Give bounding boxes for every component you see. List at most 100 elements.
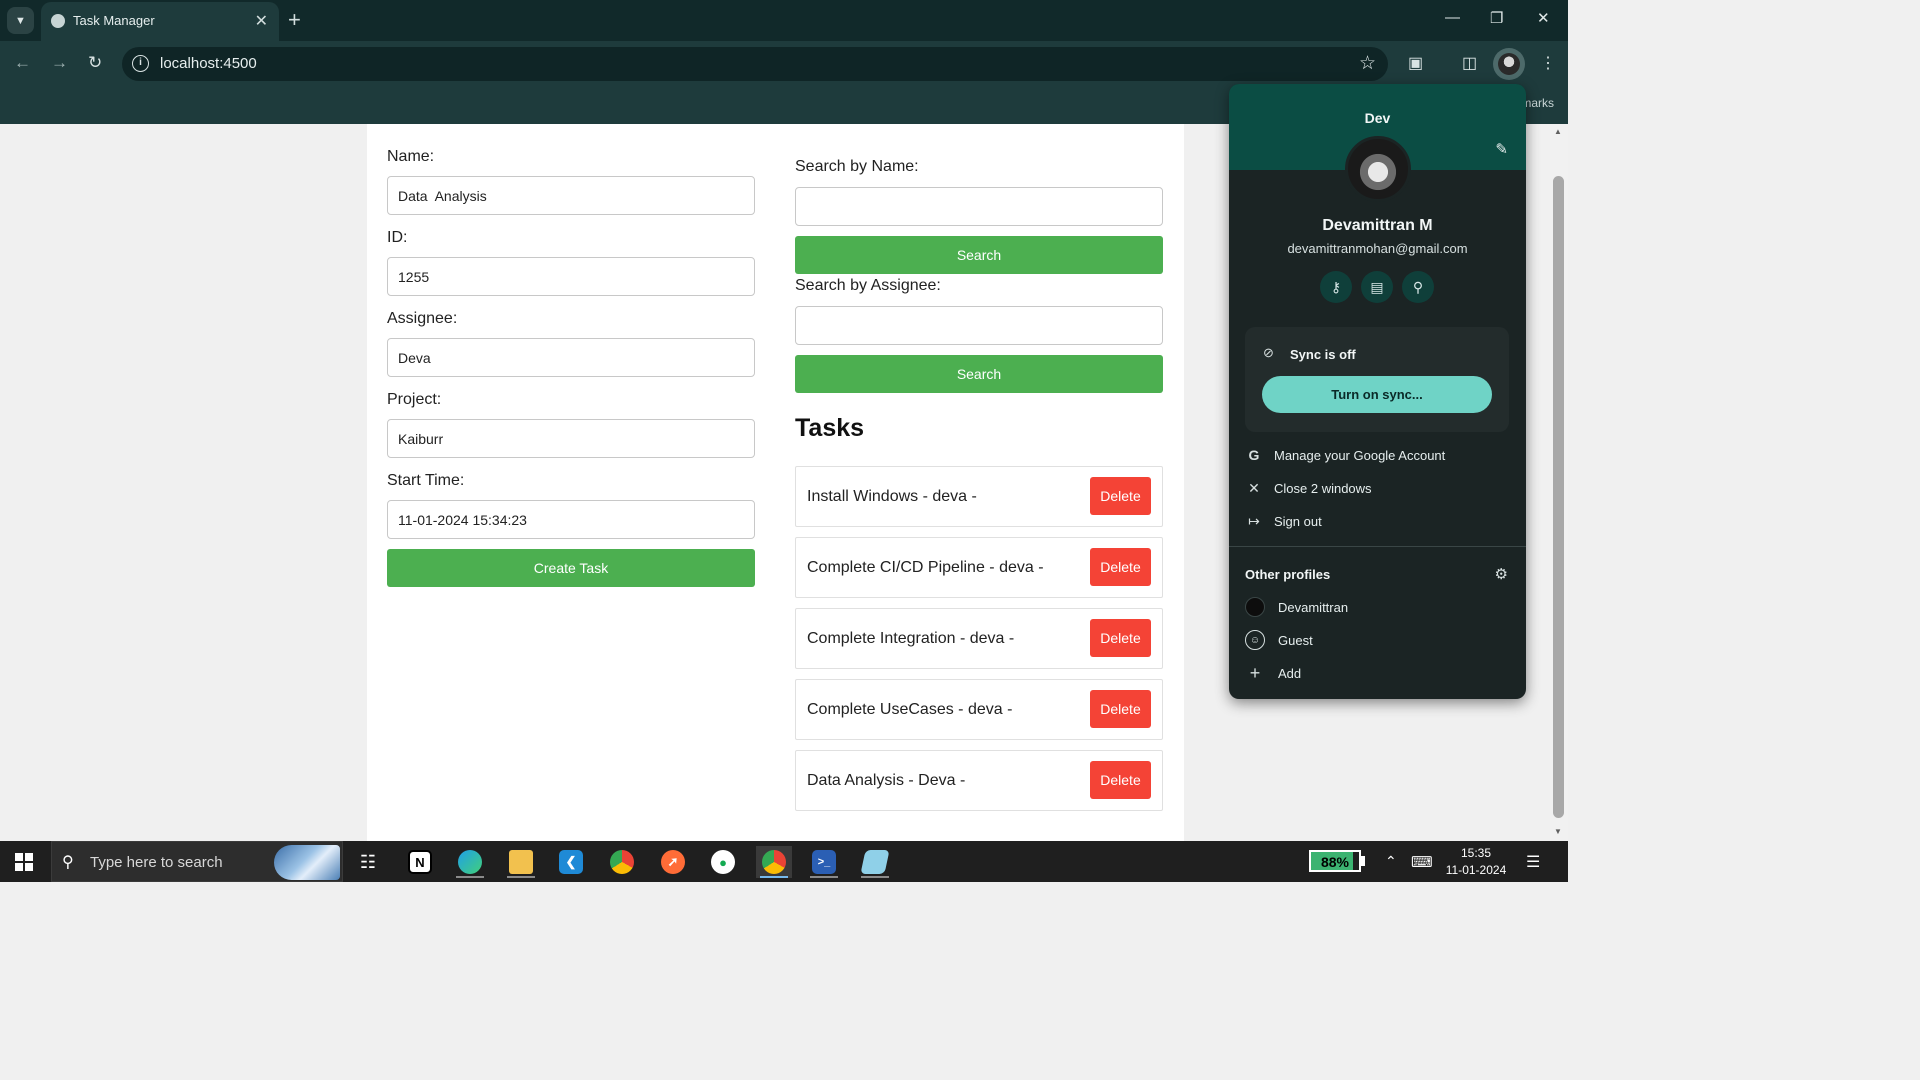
profile-label: Add — [1278, 666, 1302, 681]
profile-avatar-button[interactable] — [1493, 48, 1525, 80]
scroll-down-icon[interactable]: ▼ — [1554, 827, 1562, 836]
chrome-active-icon[interactable] — [756, 846, 792, 878]
running-indicator — [861, 876, 889, 878]
menu-item-label: Close 2 windows — [1274, 481, 1372, 496]
extensions-icon[interactable]: ▣ — [1408, 53, 1423, 73]
address-bar[interactable]: i localhost:4500 ☆ — [122, 47, 1388, 81]
running-indicator — [456, 876, 484, 878]
start-time-input[interactable] — [387, 500, 755, 539]
page-scrollbar[interactable]: ▲ ▼ — [1550, 124, 1568, 841]
delete-task-button[interactable]: Delete — [1090, 548, 1151, 586]
keyboard-icon[interactable]: ⌨ — [1411, 853, 1433, 894]
profile-avatar — [1345, 136, 1411, 202]
clock-time: 15:35 — [1460, 846, 1492, 860]
notepad-icon[interactable] — [857, 846, 893, 878]
delete-task-button[interactable]: Delete — [1090, 690, 1151, 728]
google-icon: G — [1248, 447, 1260, 463]
other-profile-devamittran[interactable]: Devamittran — [1245, 595, 1509, 621]
vscode-icon[interactable]: ❮ — [553, 846, 589, 878]
url-text[interactable]: localhost:4500 — [160, 55, 257, 72]
window-close-icon[interactable]: ✕ — [1537, 9, 1550, 27]
add-profile[interactable]: + Add — [1245, 661, 1509, 687]
kebab-menu-icon[interactable]: ⋮ — [1540, 53, 1556, 73]
scroll-thumb[interactable] — [1553, 176, 1564, 818]
name-input[interactable] — [387, 176, 755, 215]
taskbar-clock[interactable]: 15:35 11-01-2024 — [1436, 845, 1516, 879]
notification-icon[interactable]: ☰ — [1526, 852, 1540, 893]
credit-card-icon[interactable]: ▤ — [1361, 271, 1393, 303]
postman-icon[interactable]: ➚ — [655, 846, 691, 878]
tab-title: Task Manager — [73, 13, 155, 28]
task-list: Install Windows - deva - Delete Complete… — [795, 466, 1163, 821]
search-highlight-image — [274, 845, 340, 880]
notion-icon[interactable]: N — [402, 846, 438, 878]
id-input[interactable] — [387, 257, 755, 296]
forward-icon[interactable]: → — [51, 53, 68, 73]
gear-icon[interactable]: ⚙ — [1495, 565, 1508, 583]
divider — [1229, 546, 1526, 547]
project-input[interactable] — [387, 419, 755, 458]
edge-icon[interactable] — [452, 846, 488, 878]
search-by-name-label: Search by Name: — [795, 158, 919, 175]
search-by-assignee-input[interactable] — [795, 306, 1163, 345]
menu-item-label: Sign out — [1274, 514, 1322, 529]
profile-label: Guest — [1278, 633, 1313, 648]
turn-on-sync-button[interactable]: Turn on sync... — [1262, 376, 1492, 413]
scroll-up-icon[interactable]: ▲ — [1554, 127, 1562, 136]
create-task-panel: Name: ID: Assignee: Project: Start Time:… — [367, 124, 775, 841]
taskbar-search-box[interactable]: ⚲ Type here to search — [51, 841, 343, 882]
task-text: Complete UseCases - deva - — [807, 701, 1013, 718]
search-by-name-input[interactable] — [795, 187, 1163, 226]
restore-icon[interactable]: ❐ — [1490, 9, 1503, 27]
chevron-down-icon: ▼ — [15, 14, 26, 27]
task-text: Data Analysis - Deva - — [807, 772, 966, 789]
back-icon[interactable]: ← — [14, 53, 31, 73]
sign-out-item[interactable]: ↦ Sign out — [1245, 510, 1509, 534]
search-by-name-button[interactable]: Search — [795, 236, 1163, 274]
browser-toolbar: ← → ↻ i localhost:4500 ☆ ▣ ◫ ⋮ — [0, 41, 1568, 87]
minimize-icon[interactable]: — — [1445, 9, 1460, 26]
delete-task-button[interactable]: Delete — [1090, 761, 1151, 799]
browser-tab-active[interactable]: Task Manager ✕ — [41, 2, 279, 41]
delete-task-button[interactable]: Delete — [1090, 619, 1151, 657]
location-pin-icon[interactable]: ⚲ — [1402, 271, 1434, 303]
windows-start-icon[interactable] — [15, 853, 33, 871]
battery-indicator[interactable]: 88% — [1309, 850, 1361, 872]
other-profiles-heading: Other profiles — [1245, 567, 1331, 582]
sync-section: ⊘ Sync is off Turn on sync... — [1245, 327, 1509, 432]
globe-icon — [51, 14, 65, 28]
edit-pencil-icon[interactable]: ✎ — [1495, 140, 1508, 158]
windows-taskbar: ⚲ Type here to search ☷ N ❮ ➚ ● >_ 88% ⌃… — [0, 841, 1568, 882]
guest-icon: ☺ — [1245, 630, 1265, 650]
guest-profile[interactable]: ☺ Guest — [1245, 628, 1509, 654]
close-windows-item[interactable]: ✕ Close 2 windows — [1245, 477, 1509, 501]
mongodb-compass-icon[interactable]: ● — [705, 846, 741, 878]
task-view-icon[interactable]: ☷ — [350, 846, 386, 878]
running-indicator — [760, 876, 788, 878]
chrome-icon[interactable] — [604, 846, 640, 878]
file-explorer-icon[interactable] — [503, 846, 539, 878]
assignee-input[interactable] — [387, 338, 755, 377]
reload-icon[interactable]: ↻ — [88, 53, 102, 73]
key-icon[interactable]: ⚷ — [1320, 271, 1352, 303]
site-info-icon[interactable]: i — [132, 55, 149, 72]
task-item: Complete Integration - deva - Delete — [795, 608, 1163, 669]
new-tab-icon[interactable]: + — [288, 7, 301, 33]
manage-google-account-item[interactable]: G Manage your Google Account — [1245, 444, 1509, 468]
powershell-icon[interactable]: >_ — [806, 846, 842, 878]
create-task-button[interactable]: Create Task — [387, 549, 755, 587]
tab-search-button[interactable]: ▼ — [7, 7, 34, 34]
chevron-up-icon[interactable]: ⌃ — [1385, 853, 1397, 894]
delete-task-button[interactable]: Delete — [1090, 477, 1151, 515]
side-panel-icon[interactable]: ◫ — [1462, 53, 1477, 73]
profile-header-name: Dev — [1364, 110, 1391, 126]
add-icon: + — [1249, 663, 1261, 683]
close-tab-icon[interactable]: ✕ — [255, 11, 268, 31]
bookmark-star-icon[interactable]: ☆ — [1359, 52, 1376, 75]
battery-percent: 88% — [1320, 854, 1350, 870]
name-label: Name: — [387, 148, 435, 165]
all-bookmarks-label[interactable]: marks — [1521, 96, 1554, 110]
search-by-assignee-button[interactable]: Search — [795, 355, 1163, 393]
task-item: Complete UseCases - deva - Delete — [795, 679, 1163, 740]
profile-full-name: Devamittran M — [1322, 217, 1433, 234]
